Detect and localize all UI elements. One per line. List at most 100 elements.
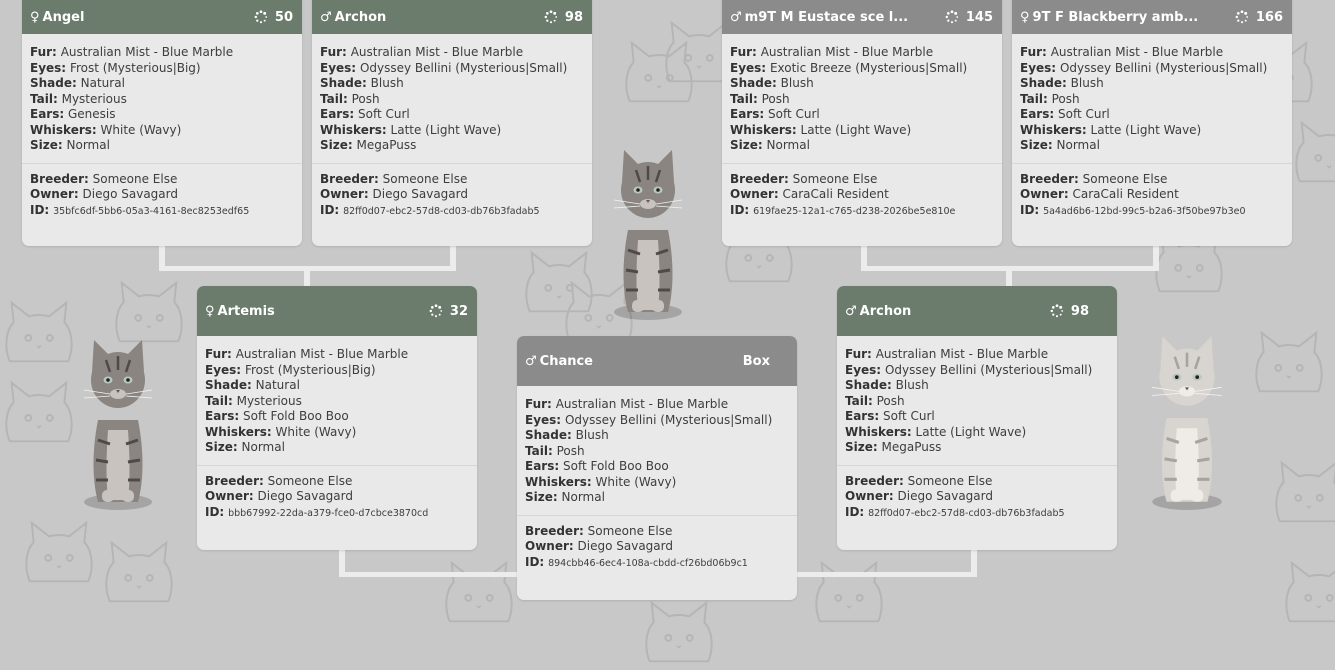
trait-ears: Ears: Soft Curl bbox=[320, 107, 410, 121]
id-row: ID: 82ff0d07-ebc2-57d8-cd03-db76b3fadab5 bbox=[320, 202, 540, 217]
generation-spinner-icon bbox=[429, 304, 443, 318]
background-cat-outline bbox=[5, 380, 73, 443]
trait-shade: Shade: Natural bbox=[205, 378, 300, 392]
cat-name: m9T M Eustace sce l... bbox=[744, 9, 909, 25]
trait-size: Size: Normal bbox=[205, 440, 285, 454]
generation-spinner-icon bbox=[945, 10, 958, 24]
trait-size: Size: Normal bbox=[730, 138, 810, 152]
trait-tail: Tail: Posh bbox=[320, 91, 380, 106]
cat-name: 9T F Blackberry amb... bbox=[1032, 9, 1199, 25]
card-header: ♂ Archon 98 bbox=[312, 0, 592, 34]
trait-ears: Ears: Soft Curl bbox=[1020, 107, 1110, 121]
trait-fur: Fur: Australian Mist - Blue Marble bbox=[1020, 45, 1224, 59]
trait-fur: Fur: Australian Mist - Blue Marble bbox=[730, 45, 934, 59]
cat-card-archon-top[interactable]: ♂ Archon 98 Fur: Australian Mist - Blue M… bbox=[312, 0, 592, 246]
cat-figure-right bbox=[1152, 336, 1222, 510]
breeder-row: Breeder: Someone Else bbox=[205, 473, 353, 488]
trait-shade: Shade: Blush bbox=[320, 76, 404, 90]
id-row: ID: 82ff0d07-ebc2-57d8-cd03-db76b3fadab5 bbox=[845, 504, 1065, 519]
trait-size: Size: MegaPuss bbox=[320, 138, 417, 152]
card-header: ♂ Archon 98 bbox=[837, 286, 1117, 336]
trait-tail: Tail: Posh bbox=[525, 443, 585, 458]
connector-line bbox=[304, 266, 310, 288]
trait-size: Size: Normal bbox=[1020, 138, 1100, 152]
cat-figure-center bbox=[613, 150, 683, 320]
trait-whiskers: Whiskers: White (Wavy) bbox=[525, 474, 677, 489]
ownership-section: Breeder: Someone Else Owner: Diego Savag… bbox=[197, 464, 477, 528]
traits-section: Fur: Australian Mist - Blue Marble Eyes:… bbox=[22, 34, 302, 163]
background-cat-outline bbox=[1275, 460, 1335, 523]
trait-fur: Fur: Australian Mist - Blue Marble bbox=[205, 347, 409, 361]
male-symbol-icon: ♂ bbox=[525, 353, 537, 369]
generation-badge: 166 bbox=[1255, 9, 1283, 25]
female-symbol-icon: ♀ bbox=[30, 9, 40, 25]
traits-section: Fur: Australian Mist - Blue Marble Eyes:… bbox=[837, 336, 1117, 465]
trait-ears: Ears: Soft Curl bbox=[730, 107, 820, 121]
trait-ears: Ears: Soft Fold Boo Boo bbox=[205, 409, 349, 423]
cat-name: Chance bbox=[539, 353, 594, 369]
id-row: ID: 35bfc6df-5bb6-05a3-4161-8ec8253edf65 bbox=[30, 202, 250, 217]
generation-spinner-icon bbox=[1235, 10, 1248, 24]
cat-name: Artemis bbox=[217, 303, 275, 319]
owner-row: Owner: CaraCali Resident bbox=[730, 187, 889, 201]
background-cat-outline bbox=[25, 520, 93, 583]
ownership-section: Breeder: Someone Else Owner: Diego Savag… bbox=[517, 514, 797, 578]
ownership-section: Breeder: Someone Else Owner: CaraCali Re… bbox=[722, 162, 1002, 226]
background-cat-outline bbox=[1285, 560, 1335, 623]
breeder-row: Breeder: Someone Else bbox=[320, 171, 468, 186]
cat-name: Archon bbox=[859, 303, 912, 319]
background-cat-outline bbox=[645, 600, 713, 663]
trait-ears: Ears: Soft Fold Boo Boo bbox=[525, 459, 669, 473]
trait-shade: Shade: Natural bbox=[30, 76, 125, 90]
trait-ears: Ears: Genesis bbox=[30, 107, 116, 121]
male-symbol-icon: ♂ bbox=[730, 9, 742, 25]
connector-line bbox=[1006, 266, 1012, 288]
trait-eyes: Eyes: Frost (Mysterious|Big) bbox=[30, 60, 201, 75]
background-cat-outline bbox=[815, 560, 883, 623]
id-row: ID: 619fae25-12a1-c765-d238-2026be5e810e bbox=[730, 202, 956, 217]
cat-card-archon[interactable]: ♂ Archon 98 Fur: Australian Mist - Blue M… bbox=[837, 286, 1117, 550]
generation-spinner-icon bbox=[544, 10, 558, 24]
trait-whiskers: Whiskers: Latte (Light Wave) bbox=[1020, 122, 1202, 137]
trait-whiskers: Whiskers: Latte (Light Wave) bbox=[320, 122, 502, 137]
owner-row: Owner: Diego Savagard bbox=[205, 489, 353, 503]
background-cat-outline bbox=[1295, 120, 1335, 183]
cat-card-blackberry[interactable]: ♀ 9T F Blackberry amb... 166 Fur: Austral… bbox=[1012, 0, 1292, 246]
cat-card-eustace[interactable]: ♂ m9T M Eustace sce l... 145 Fur: Austral… bbox=[722, 0, 1002, 246]
generation-badge: 50 bbox=[274, 9, 293, 25]
generation-spinner-icon bbox=[1050, 304, 1064, 318]
card-header: ♀ Angel 50 bbox=[22, 0, 302, 34]
trait-ears: Ears: Soft Curl bbox=[845, 409, 935, 423]
trait-shade: Shade: Blush bbox=[525, 428, 609, 442]
ownership-section: Breeder: Someone Else Owner: CaraCali Re… bbox=[1012, 162, 1292, 226]
male-symbol-icon: ♂ bbox=[320, 9, 332, 25]
trait-shade: Shade: Blush bbox=[1020, 76, 1104, 90]
ownership-section: Breeder: Someone Else Owner: Diego Savag… bbox=[312, 162, 592, 226]
cat-figure-left bbox=[83, 340, 153, 510]
trait-shade: Shade: Blush bbox=[845, 378, 929, 392]
traits-section: Fur: Australian Mist - Blue Marble Eyes:… bbox=[312, 34, 592, 163]
trait-whiskers: Whiskers: White (Wavy) bbox=[30, 122, 182, 137]
cat-card-angel[interactable]: ♀ Angel 50 Fur: Australian Mist - Blue Ma… bbox=[22, 0, 302, 246]
trait-fur: Fur: Australian Mist - Blue Marble bbox=[845, 347, 1049, 361]
trait-tail: Tail: Mysterious bbox=[30, 91, 127, 106]
cat-card-chance[interactable]: ♂ Chance Box Fur: Australian Mist - Blue … bbox=[517, 336, 797, 600]
trait-whiskers: Whiskers: Latte (Light Wave) bbox=[845, 424, 1027, 439]
trait-whiskers: Whiskers: White (Wavy) bbox=[205, 424, 357, 439]
ownership-section: Breeder: Someone Else Owner: Diego Savag… bbox=[837, 464, 1117, 528]
trait-tail: Tail: Posh bbox=[730, 91, 790, 106]
ownership-section: Breeder: Someone Else Owner: Diego Savag… bbox=[22, 162, 302, 226]
breeder-row: Breeder: Someone Else bbox=[525, 523, 673, 538]
trait-eyes: Eyes: Frost (Mysterious|Big) bbox=[205, 362, 376, 377]
owner-row: Owner: Diego Savagard bbox=[845, 489, 993, 503]
cat-card-artemis[interactable]: ♀ Artemis 32 Fur: Australian Mist - Blue … bbox=[197, 286, 477, 550]
traits-section: Fur: Australian Mist - Blue Marble Eyes:… bbox=[1012, 34, 1292, 163]
id-row: ID: bbb67992-22da-a379-fce0-d7cbce3870cd bbox=[205, 504, 429, 519]
breeder-row: Breeder: Someone Else bbox=[730, 171, 878, 186]
trait-fur: Fur: Australian Mist - Blue Marble bbox=[320, 45, 524, 59]
generation-badge: 145 bbox=[965, 9, 993, 25]
generation-spinner-icon bbox=[254, 10, 268, 24]
trait-tail: Tail: Posh bbox=[1020, 91, 1080, 106]
owner-row: Owner: Diego Savagard bbox=[320, 187, 468, 201]
owner-row: Owner: Diego Savagard bbox=[30, 187, 178, 201]
